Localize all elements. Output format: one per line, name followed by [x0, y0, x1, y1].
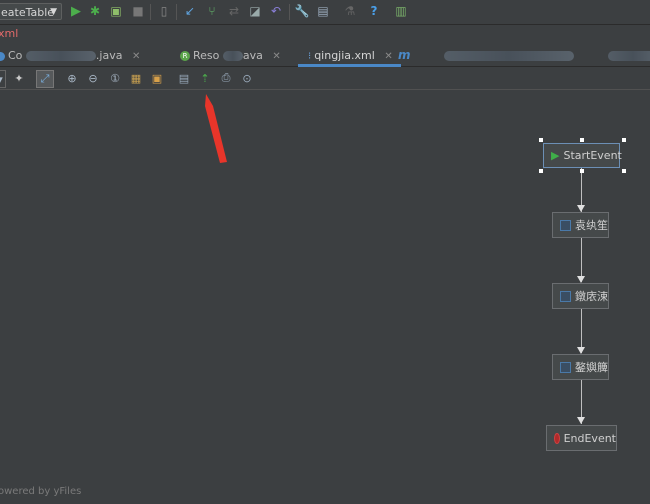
tab-qingjia-xml[interactable]: ⁝ qingjia.xml ✕: [298, 45, 401, 67]
editor-tabs: Co .java ✕ R Reso ava ✕ ⁝ qingjia.xml ✕ m: [0, 45, 650, 67]
arrowhead: [577, 417, 585, 424]
sdk-icon[interactable]: ⚗: [342, 3, 358, 19]
xml-file-icon: ⁝: [308, 51, 312, 62]
annotation-arrow: [205, 94, 227, 163]
close-icon[interactable]: ✕: [132, 51, 140, 62]
end-event-node[interactable]: EndEvent: [546, 425, 617, 451]
class-icon: [0, 51, 5, 61]
help-icon[interactable]: ?: [366, 3, 382, 19]
breadcrumb-file[interactable]: xml: [0, 27, 18, 40]
selection-handle[interactable]: [622, 169, 626, 173]
zoom-in-icon[interactable]: ⊕: [64, 70, 80, 86]
bpmn-diagram-canvas[interactable]: ▶ StartEvent 袁纨笙 鐓庡涑 鏊嬩簲 EndEvent owered…: [0, 90, 650, 504]
star-icon[interactable]: ✦: [11, 70, 27, 86]
play-icon: ▶: [551, 149, 560, 162]
task-node[interactable]: 袁纨笙: [552, 212, 609, 238]
tab-maven[interactable]: m: [398, 45, 650, 66]
selection-handle[interactable]: [539, 169, 543, 173]
actual-size-icon[interactable]: ①: [107, 70, 123, 86]
task-icon: [560, 219, 571, 231]
tab-label: qingjia.xml: [314, 49, 375, 62]
tab-java-2[interactable]: R Reso ava ✕: [180, 45, 281, 66]
settings-icon[interactable]: 🔧: [294, 3, 310, 19]
tab-suffix: ava: [242, 49, 263, 62]
tasks-icon[interactable]: ▥: [393, 3, 409, 19]
task-node[interactable]: 鐓庡涑: [552, 283, 609, 309]
node-label: StartEvent: [563, 149, 622, 162]
vcs-revert-icon[interactable]: ↶: [268, 3, 284, 19]
end-icon: [554, 432, 560, 444]
task-icon: [560, 290, 571, 302]
tab-java-1[interactable]: Co .java ✕: [0, 45, 140, 66]
node-label: 袁纨笙: [575, 219, 608, 232]
zoom-out-icon[interactable]: ⊖: [85, 70, 101, 86]
selection-handle[interactable]: [539, 138, 543, 142]
chevron-down-icon: ▼: [50, 7, 57, 17]
coverage-icon[interactable]: ▣: [108, 3, 124, 19]
tab-suffix: .java: [95, 49, 123, 62]
vcs-history-icon[interactable]: ◪: [247, 3, 263, 19]
task-icon: [560, 361, 571, 373]
blurred-text: [444, 51, 575, 61]
task-node[interactable]: 鏊嬩簲: [552, 354, 609, 380]
diagram-toolbar: ▾ ✦ ⤢ ⊕ ⊖ ① ▦ ▣ ▤ ⇡ ⎙ ⊙: [0, 67, 650, 90]
fit-content-icon[interactable]: ▦: [128, 70, 144, 86]
selection-handle[interactable]: [580, 138, 584, 142]
selection-handle[interactable]: [622, 138, 626, 142]
run-configuration-select[interactable]: eateTable ▼: [0, 3, 62, 20]
export-icon[interactable]: ⊙: [239, 70, 255, 86]
selection-handle[interactable]: [580, 169, 584, 173]
maven-icon: m: [398, 48, 411, 62]
node-label: 鐓庡涑: [575, 290, 608, 303]
run-icon[interactable]: ▶: [68, 3, 84, 19]
layout-icon[interactable]: ▣: [149, 70, 165, 86]
dropdown-icon[interactable]: ▾: [0, 70, 6, 88]
print-icon[interactable]: ▤: [176, 70, 192, 86]
close-icon[interactable]: ✕: [272, 51, 280, 62]
resource-icon: R: [180, 51, 190, 61]
debug-icon[interactable]: ✱: [87, 3, 103, 19]
select-mode-icon[interactable]: ⤢: [36, 70, 54, 88]
vcs-update-icon[interactable]: ↙: [182, 3, 198, 19]
node-label: EndEvent: [563, 431, 616, 445]
close-icon[interactable]: ✕: [384, 51, 392, 62]
vcs-compare-icon[interactable]: ⇄: [226, 3, 242, 19]
stop-icon[interactable]: ■: [130, 3, 146, 19]
export-image-icon[interactable]: ⇡: [197, 70, 213, 86]
print-preview-icon[interactable]: ⎙: [218, 70, 234, 86]
blurred-text: [222, 51, 243, 61]
blurred-text: [607, 51, 650, 61]
yfiles-credit: owered by yFiles: [0, 486, 82, 497]
vcs-commit-icon[interactable]: ⑂: [204, 3, 220, 19]
navigation-bar: xml: [0, 25, 650, 45]
arrowhead: [577, 276, 585, 283]
start-event-node[interactable]: ▶ StartEvent: [543, 143, 622, 168]
main-toolbar: eateTable ▼ ▶ ✱ ▣ ■ ▯ ↙ ⑂ ⇄ ◪ ↶ 🔧 ▤ ⚗ ? …: [0, 0, 650, 25]
arrowhead: [577, 205, 585, 212]
arrowhead: [577, 347, 585, 354]
tab-label: Reso: [193, 49, 220, 62]
node-label: 鏊嬩簲: [575, 361, 608, 374]
attach-icon[interactable]: ▯: [156, 3, 172, 19]
run-config-label: eateTable: [1, 6, 55, 19]
project-structure-icon[interactable]: ▤: [315, 3, 331, 19]
tab-label: Co: [8, 49, 23, 62]
blurred-text: [25, 51, 96, 61]
